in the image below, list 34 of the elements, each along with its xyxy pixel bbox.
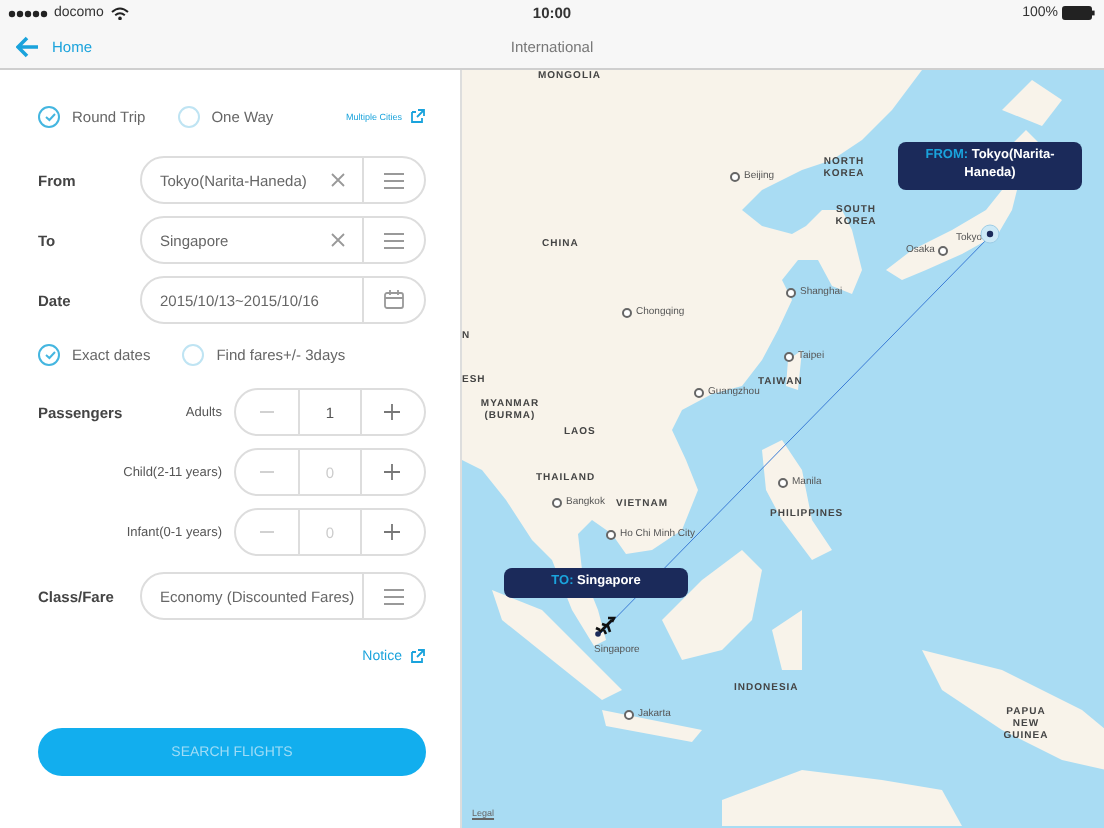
city-dot-icon — [938, 245, 949, 255]
airplane-icon — [594, 616, 616, 638]
city-dot-icon — [784, 351, 794, 361]
city-dot-icon — [622, 307, 632, 317]
minus-icon[interactable] — [260, 470, 275, 474]
plus-icon[interactable] — [384, 464, 401, 480]
city-dot-icon — [552, 497, 562, 507]
external-link-icon — [410, 648, 426, 664]
city-dot-icon — [778, 477, 788, 487]
checkmark-icon — [41, 347, 57, 361]
radio-button[interactable] — [38, 105, 60, 127]
external-link-icon — [410, 108, 426, 124]
plus-icon[interactable] — [384, 524, 401, 540]
location-pin-icon — [980, 224, 1000, 244]
city-dot-icon — [694, 387, 704, 397]
battery-icon — [1062, 6, 1096, 20]
minus-icon[interactable] — [260, 410, 275, 414]
minus-icon[interactable] — [260, 530, 275, 534]
list-icon[interactable] — [384, 231, 404, 249]
list-icon[interactable] — [384, 171, 404, 189]
back-arrow-icon — [16, 36, 40, 58]
calendar-icon[interactable] — [384, 290, 404, 310]
list-icon[interactable] — [384, 587, 404, 605]
signal-icon — [8, 9, 48, 17]
city-dot-icon — [624, 709, 634, 719]
checkbox[interactable] — [38, 343, 60, 365]
clear-icon[interactable] — [330, 232, 346, 248]
city-dot-icon — [730, 171, 740, 181]
plus-icon[interactable] — [384, 404, 401, 420]
checkmark-icon — [41, 109, 57, 123]
city-dot-icon — [606, 529, 616, 539]
city-dot-icon — [786, 287, 796, 297]
wifi-icon — [109, 6, 130, 20]
clear-icon[interactable] — [330, 172, 346, 188]
